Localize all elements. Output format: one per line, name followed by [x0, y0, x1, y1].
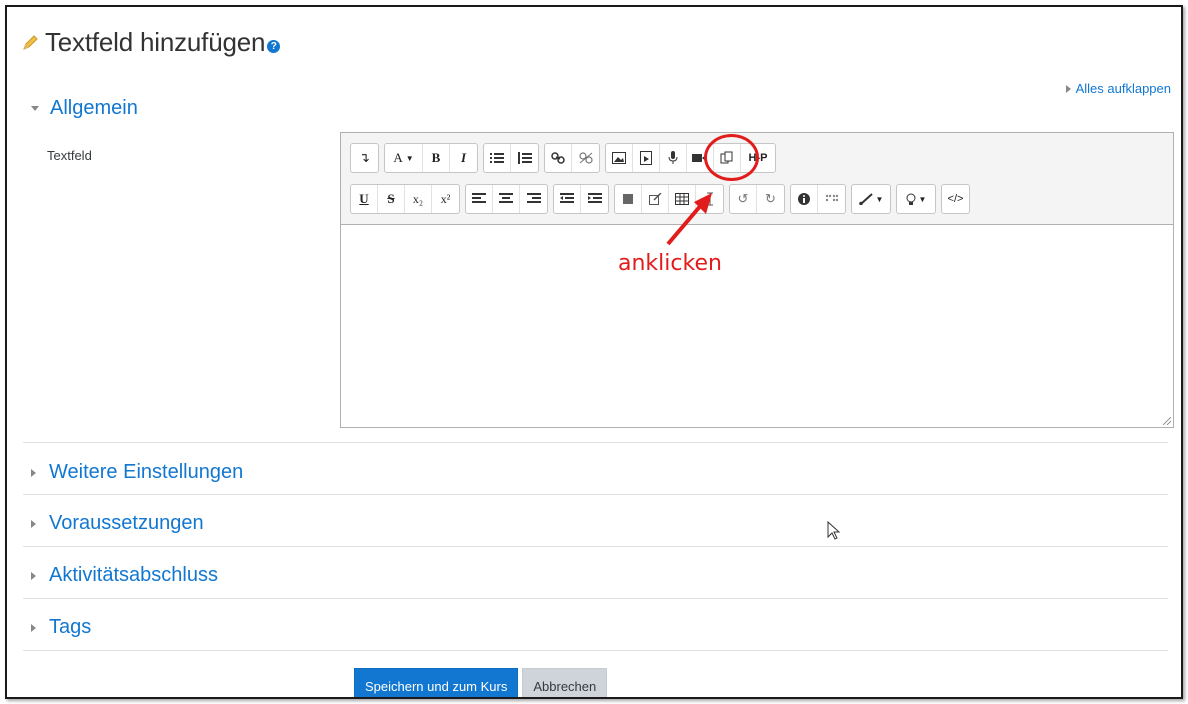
- file-media-icon: [640, 151, 652, 165]
- accessibility-icon: [798, 193, 810, 205]
- bullet-list-icon: [490, 153, 504, 163]
- save-and-return-button[interactable]: Speichern und zum Kurs: [354, 668, 519, 697]
- divider: [23, 546, 1168, 547]
- pencil-icon: [23, 34, 38, 50]
- insert-image-button[interactable]: [606, 144, 633, 172]
- section-prerequisites-header[interactable]: Voraussetzungen: [31, 512, 204, 535]
- triangle-right-icon: [31, 571, 36, 580]
- screenreader-helper-button[interactable]: [818, 185, 845, 213]
- link-icon: [551, 152, 565, 164]
- highlight-circle: [704, 134, 759, 181]
- numbered-list-button[interactable]: [511, 144, 538, 172]
- mouse-pointer-icon: [827, 521, 841, 540]
- bullet-list-button[interactable]: [484, 144, 511, 172]
- form-actions: Speichern und zum Kurs Abbrechen: [354, 668, 608, 697]
- square-icon: [623, 194, 633, 204]
- divider: [23, 442, 1168, 443]
- expand-all-label: Alles aufklappen: [1075, 81, 1171, 96]
- braille-icon: [825, 194, 838, 202]
- triangle-down-icon: [31, 106, 39, 111]
- indent-button[interactable]: [581, 185, 608, 213]
- link-button[interactable]: [545, 144, 572, 172]
- image-icon: [612, 152, 626, 164]
- editor-toolbar: ↴ A ▼ B I H-P U S x₂ x² ↺ ↻ ▼ ▼ </>: [341, 133, 1173, 225]
- subscript-button[interactable]: x₂: [405, 185, 432, 213]
- caret-down-icon: ▼: [875, 194, 884, 204]
- collapse-toolbar-button[interactable]: ↴: [351, 144, 378, 172]
- italic-button[interactable]: I: [450, 144, 477, 172]
- font-style-button[interactable]: A ▼: [385, 144, 423, 172]
- align-right-icon: [526, 193, 541, 203]
- cancel-button[interactable]: Abbrechen: [522, 668, 608, 697]
- divider: [23, 494, 1168, 495]
- align-right-button[interactable]: [520, 185, 547, 213]
- lightbulb-icon: [906, 193, 916, 205]
- strikethrough-button[interactable]: S: [378, 185, 405, 213]
- numbered-list-icon: [517, 152, 532, 164]
- caret-down-icon: ▼: [405, 153, 414, 163]
- align-center-icon: [499, 193, 513, 203]
- section-completion-label: Aktivitätsabschluss: [49, 564, 218, 586]
- align-center-button[interactable]: [493, 185, 520, 213]
- align-left-button[interactable]: [466, 185, 493, 213]
- section-prerequisites-label: Voraussetzungen: [49, 512, 204, 534]
- text-editor: ↴ A ▼ B I H-P U S x₂ x² ↺ ↻ ▼ ▼ </>: [340, 132, 1174, 428]
- html-source-button[interactable]: </>: [942, 185, 969, 213]
- record-audio-button[interactable]: [660, 144, 687, 172]
- page-title: Textfeld hinzufügen ?: [21, 27, 281, 58]
- editor-content-area[interactable]: [341, 225, 1173, 427]
- snippet-button[interactable]: ▼: [897, 185, 935, 213]
- bold-button[interactable]: B: [423, 144, 450, 172]
- annotation-arrow-icon: [666, 193, 712, 246]
- resize-handle[interactable]: [1163, 417, 1171, 425]
- font-style-label: A: [393, 150, 403, 165]
- unlink-icon: [578, 152, 593, 164]
- toolbar-row-2: U S x₂ x² ↺ ↻ ▼ ▼ </>: [350, 184, 970, 214]
- outdent-button[interactable]: [554, 185, 581, 213]
- microphone-icon: [668, 151, 678, 164]
- question-icon[interactable]: ?: [267, 40, 281, 53]
- align-left-icon: [472, 193, 486, 203]
- divider: [23, 598, 1168, 599]
- underline-button[interactable]: U: [351, 185, 378, 213]
- caret-down-icon: ▼: [918, 194, 927, 204]
- equation-button[interactable]: [615, 185, 642, 213]
- edit-icon: [648, 192, 662, 205]
- section-more-settings-label: Weitere Einstellungen: [49, 461, 244, 483]
- outdent-icon: [560, 193, 574, 203]
- superscript-button[interactable]: x²: [432, 185, 459, 213]
- expand-all-link[interactable]: Alles aufklappen: [1065, 81, 1171, 96]
- triangle-right-icon: [31, 519, 36, 528]
- triangle-right-icon: [31, 468, 36, 477]
- section-completion-header[interactable]: Aktivitätsabschluss: [31, 564, 218, 587]
- indent-icon: [587, 193, 602, 203]
- section-general-label: Allgemein: [50, 97, 138, 119]
- page-title-text: Textfeld hinzufügen: [45, 27, 266, 57]
- divider: [23, 650, 1168, 651]
- section-general-header[interactable]: Allgemein: [31, 97, 138, 120]
- font-color-button[interactable]: ▼: [852, 185, 890, 213]
- textfield-label: Textfeld: [47, 148, 92, 163]
- page-frame: Textfeld hinzufügen ? Alles aufklappen A…: [5, 5, 1183, 699]
- triangle-right-icon: [1065, 84, 1071, 93]
- triangle-right-icon: [31, 623, 36, 632]
- undo-button[interactable]: ↺: [730, 185, 757, 213]
- code-icon: </>: [947, 193, 964, 205]
- section-more-settings-header[interactable]: Weitere Einstellungen: [31, 461, 243, 484]
- unlink-button[interactable]: [572, 144, 599, 172]
- section-tags-label: Tags: [49, 616, 92, 638]
- annotation-text: anklicken: [618, 251, 722, 276]
- accessibility-checker-button[interactable]: [791, 185, 818, 213]
- brush-icon: [858, 193, 873, 205]
- insert-media-button[interactable]: [633, 144, 660, 172]
- redo-button[interactable]: ↻: [757, 185, 784, 213]
- section-tags-header[interactable]: Tags: [31, 616, 91, 639]
